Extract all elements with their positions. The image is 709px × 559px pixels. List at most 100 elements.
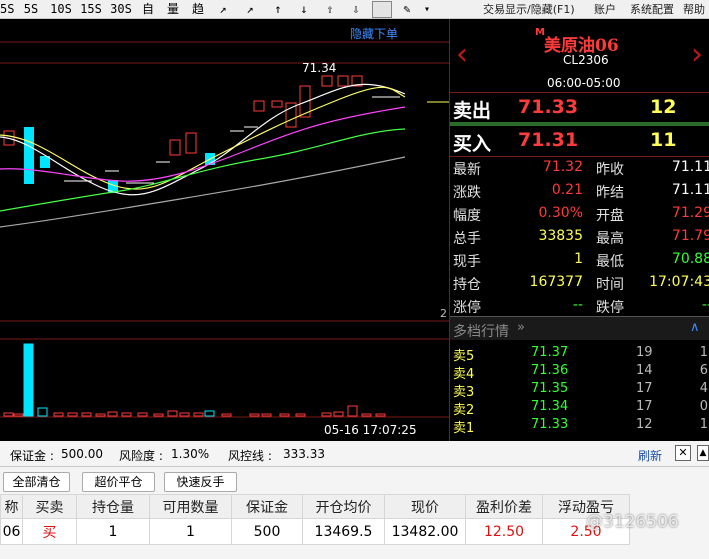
quote-field-row: 现手 1 最低 70.88 xyxy=(450,249,709,272)
depth-label: 卖5 xyxy=(453,349,475,364)
position-cell: 13469.5 xyxy=(302,518,385,545)
risk-label: 风险度 : xyxy=(119,449,163,463)
sell-row[interactable]: 卖出 71.33 12 xyxy=(450,94,709,122)
field-label: 最高 xyxy=(596,231,624,247)
account-summary: 保证金 : 500.00 风险度 : 1.30% 风控线 : 333.33 刷新… xyxy=(0,441,709,466)
field-value: 17:07:43 xyxy=(649,274,709,290)
depth-row[interactable]: 卖2 71.34 17 0 xyxy=(450,399,709,418)
arrow-down-icon[interactable]: ↓ xyxy=(294,1,314,18)
stopline-label: 风控线 : xyxy=(228,449,272,463)
kline-svg xyxy=(0,41,449,418)
draw-line-icon[interactable]: ↗ xyxy=(213,1,233,18)
period-1s-button[interactable]: 5S xyxy=(0,1,14,18)
position-cell: 500 xyxy=(231,518,303,545)
close-all-button[interactable]: 全部清仓 xyxy=(3,472,70,492)
arrow-up-icon[interactable]: ↑ xyxy=(268,1,288,18)
field-label: 跌停 xyxy=(596,300,624,316)
field-value: 0.21 xyxy=(551,182,583,198)
depth-qty: 12 xyxy=(636,417,653,432)
menu-account[interactable]: 账户 xyxy=(594,1,616,18)
depth-row[interactable]: 卖5 71.37 19 1 xyxy=(450,345,709,364)
custom-period-button[interactable]: 自 xyxy=(138,1,158,18)
trading-window: 5S 5S 10S 15S 30S 自 量 趋 ↗ ↗ ↑ ↓ ⇧ ⇩ ✎ ▾ … xyxy=(0,0,709,559)
field-label: 涨停 xyxy=(453,300,481,316)
position-row[interactable]: 06 买 1 1 500 13469.5 13482.00 12.50 2.50 xyxy=(0,518,630,545)
depth-label: 卖1 xyxy=(453,421,475,436)
column-header[interactable]: 现价 xyxy=(384,494,466,519)
position-cell: 12.50 xyxy=(465,518,543,545)
pencil-dropdown-icon[interactable]: ▾ xyxy=(421,1,433,18)
column-header[interactable]: 盈利价差 xyxy=(465,494,543,519)
depth-row[interactable]: 卖1 71.33 12 1 xyxy=(450,417,709,436)
field-value: -- xyxy=(572,297,583,313)
sell-price: 71.33 xyxy=(518,96,579,118)
depth-price: 71.35 xyxy=(531,381,569,396)
field-label: 昨结 xyxy=(596,185,624,201)
depth-price: 71.37 xyxy=(531,345,569,360)
column-header[interactable]: 持仓量 xyxy=(76,494,150,519)
quote-field-row: 持仓 167377 时间 17:07:43 xyxy=(450,272,709,295)
field-label: 昨收 xyxy=(596,162,624,178)
field-value: 71.11 xyxy=(671,159,709,175)
column-header[interactable]: 可用数量 xyxy=(149,494,232,519)
position-cell: 06 xyxy=(0,518,23,545)
collapse-chevron-icon[interactable]: ∧ xyxy=(690,320,700,335)
contract-code: CL2306 xyxy=(563,53,609,67)
menu-toggle-trade[interactable]: 交易显示/隐藏(F1) xyxy=(483,1,575,18)
positions-header-row: 称买卖 持仓量 可用数量 保证金 开仓均价 现价 盈利价差 浮动盈亏 xyxy=(0,494,630,519)
kline-chart[interactable]: 隐藏下单 71.34 05-16 17:07:25 2 xyxy=(0,19,449,441)
buy-row[interactable]: 买入 71.31 11 xyxy=(450,127,709,155)
depth-extra: 0 xyxy=(699,399,708,414)
fat-arrow-down-icon[interactable]: ⇩ xyxy=(346,1,366,18)
mark-button[interactable] xyxy=(372,1,392,18)
menu-help[interactable]: 帮助 xyxy=(683,1,705,18)
menu-system-config[interactable]: 系统配置 xyxy=(630,1,674,18)
depth-row[interactable]: 卖4 71.36 14 6 xyxy=(450,363,709,382)
period-5s-button[interactable]: 5S xyxy=(20,1,42,18)
field-label: 最低 xyxy=(596,254,624,270)
next-contract-chevron-icon[interactable]: › xyxy=(691,37,703,72)
field-label: 总手 xyxy=(453,231,481,247)
position-cell: 1 xyxy=(149,518,232,545)
depth-row[interactable]: 卖3 71.35 17 4 xyxy=(450,381,709,400)
depth-title: 多档行情 xyxy=(453,324,509,340)
field-label: 现手 xyxy=(453,254,481,270)
limit-close-button[interactable]: 超价平仓 xyxy=(82,472,155,492)
depth-price: 71.36 xyxy=(531,363,569,378)
depth-qty: 17 xyxy=(636,381,653,396)
period-15s-button[interactable]: 15S xyxy=(78,1,104,18)
trend-button[interactable]: 趋 xyxy=(188,1,208,18)
expand-icon[interactable]: ▲ xyxy=(697,445,709,461)
column-header[interactable]: 称 xyxy=(0,494,23,519)
quote-field-row: 最新 71.32 昨收 71.11 xyxy=(450,157,709,180)
toolbar: 5S 5S 10S 15S 30S 自 量 趋 ↗ ↗ ↑ ↓ ⇧ ⇩ ✎ ▾ … xyxy=(0,0,709,19)
position-cell: 1 xyxy=(76,518,150,545)
field-label: 开盘 xyxy=(596,208,624,224)
depth-extra: 1 xyxy=(699,417,708,432)
volume-bars-group xyxy=(3,343,386,417)
double-chevron-down-icon[interactable]: » xyxy=(517,320,525,335)
column-header[interactable]: 开仓均价 xyxy=(302,494,385,519)
depth-extra: 4 xyxy=(699,381,708,396)
close-icon[interactable]: ✕ xyxy=(675,445,691,461)
period-10s-button[interactable]: 10S xyxy=(48,1,74,18)
buy-qty: 11 xyxy=(650,129,677,151)
sell-label: 卖出 xyxy=(453,100,492,122)
refresh-link[interactable]: 刷新 xyxy=(638,447,662,464)
prev-contract-chevron-icon[interactable]: ‹ xyxy=(456,37,468,72)
volume-button[interactable]: 量 xyxy=(163,1,183,18)
arrow-icon[interactable]: ↗ xyxy=(240,1,260,18)
column-header[interactable]: 买卖 xyxy=(22,494,77,519)
hide-order-link[interactable]: 隐藏下单 xyxy=(350,25,398,42)
position-cell: 买 xyxy=(22,518,77,545)
fat-arrow-up-icon[interactable]: ⇧ xyxy=(320,1,340,18)
pencil-icon[interactable]: ✎ xyxy=(398,1,416,18)
period-30s-button[interactable]: 30S xyxy=(108,1,134,18)
depth-qty: 19 xyxy=(636,345,653,360)
quick-reverse-button[interactable]: 快速反手 xyxy=(164,472,237,492)
trading-session: 06:00-05:00 xyxy=(547,76,621,90)
moving-average-group xyxy=(0,83,406,228)
depth-header[interactable]: 多档行情 » ∧ xyxy=(450,316,709,340)
column-header[interactable]: 保证金 xyxy=(231,494,303,519)
field-label: 幅度 xyxy=(453,208,481,224)
